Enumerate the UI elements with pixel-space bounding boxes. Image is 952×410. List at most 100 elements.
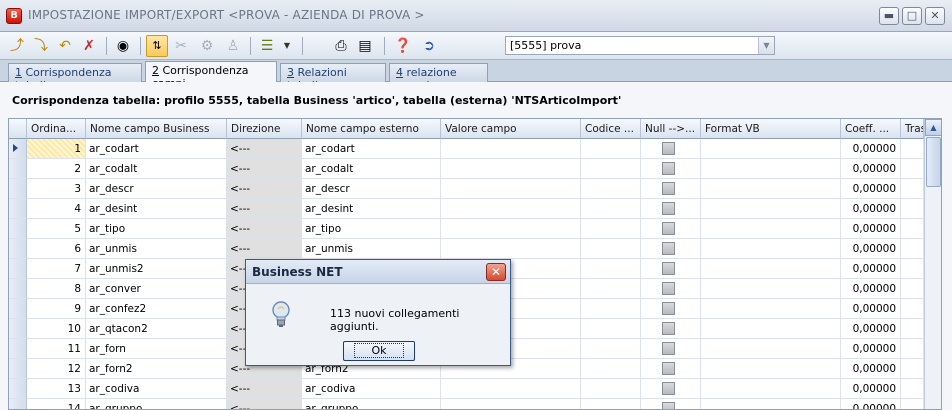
null-checkbox[interactable] [662, 362, 675, 375]
cell-nome-campo-business[interactable]: ar_unmis2 [86, 259, 227, 279]
dropdown-arrow-icon[interactable]: ▼ [276, 35, 298, 57]
cell-nome-campo-business[interactable]: ar_forn [86, 339, 227, 359]
cell-ordinamento[interactable]: 8 [27, 279, 86, 299]
cell-ordinamento[interactable]: 3 [27, 179, 86, 199]
cell-coeff[interactable]: 0,00000 [841, 399, 901, 409]
cell-ordinamento[interactable]: 9 [27, 299, 86, 319]
cell-null[interactable] [641, 379, 701, 399]
column-header-direzione[interactable]: Direzione [227, 119, 302, 139]
cell-format-vb[interactable] [701, 299, 841, 319]
cell-nome-campo-business[interactable]: ar_tipo [86, 219, 227, 239]
cell-format-vb[interactable] [701, 219, 841, 239]
cell-nome-campo-esterno[interactable]: ar_codart [302, 139, 441, 159]
cell-null[interactable] [641, 299, 701, 319]
cell-coeff[interactable]: 0,00000 [841, 379, 901, 399]
null-checkbox[interactable] [662, 282, 675, 295]
cell-codice[interactable] [581, 319, 641, 339]
cell-null[interactable] [641, 239, 701, 259]
cell-nome-campo-business[interactable]: ar_descr [86, 179, 227, 199]
cell-valore-campo[interactable] [441, 179, 581, 199]
binoculars-search-icon[interactable]: ◉ [112, 35, 134, 57]
table-row[interactable]: 6 ar_unmis <--- ar_unmis 0,00000 [9, 239, 924, 259]
row-indicator[interactable] [9, 339, 27, 359]
cell-ordinamento[interactable]: 7 [27, 259, 86, 279]
null-checkbox[interactable] [662, 262, 675, 275]
cell-null[interactable] [641, 339, 701, 359]
chevron-down-icon[interactable]: ▼ [758, 37, 774, 54]
cell-codice[interactable] [581, 159, 641, 179]
cell-ordinamento[interactable]: 1 [27, 139, 86, 159]
cell-ordinamento[interactable]: 13 [27, 379, 86, 399]
column-header-codice[interactable]: Codice ... [581, 119, 641, 139]
cell-nome-campo-business[interactable]: ar_qtacon2 [86, 319, 227, 339]
cell-nome-campo-business[interactable]: ar_codiva [86, 379, 227, 399]
profile-select[interactable]: [5555] prova ▼ [505, 36, 775, 55]
new-record-icon[interactable]: ⤴ [6, 35, 28, 57]
print-preview-monitor-icon[interactable]: ▤ [354, 35, 376, 57]
cell-ordinamento[interactable]: 6 [27, 239, 86, 259]
null-checkbox[interactable] [662, 182, 675, 195]
null-checkbox[interactable] [662, 142, 675, 155]
cell-nome-campo-business[interactable]: ar_gruppo [86, 399, 227, 409]
list-options-icon[interactable]: ☰ [256, 35, 278, 57]
cell-format-vb[interactable] [701, 239, 841, 259]
cell-codice[interactable] [581, 219, 641, 239]
cell-nome-campo-business[interactable]: ar_unmis [86, 239, 227, 259]
cell-valore-campo[interactable] [441, 139, 581, 159]
close-button[interactable]: ✕ [925, 7, 945, 25]
cell-codice[interactable] [581, 179, 641, 199]
column-header-format-vb[interactable]: Format VB [701, 119, 841, 139]
table-row[interactable]: 13 ar_codiva <--- ar_codiva 0,00000 [9, 379, 924, 399]
cell-direzione[interactable]: <--- [227, 379, 302, 399]
row-indicator[interactable] [9, 219, 27, 239]
column-header-tras[interactable]: Tras [901, 119, 924, 139]
cell-nome-campo-business[interactable]: ar_confez2 [86, 299, 227, 319]
tab-corrispondenza-tabelle[interactable]: 1 Corrispondenza tabelle [8, 63, 142, 92]
user-icon[interactable]: ♙ [222, 35, 244, 57]
column-header-valore-campo[interactable]: Valore campo [441, 119, 581, 139]
cell-null[interactable] [641, 159, 701, 179]
cell-direzione[interactable]: <--- [227, 159, 302, 179]
cell-format-vb[interactable] [701, 379, 841, 399]
cell-tras[interactable] [901, 199, 924, 219]
table-row[interactable]: 1 ar_codart <--- ar_codart 0,00000 [9, 139, 924, 159]
cell-format-vb[interactable] [701, 359, 841, 379]
dialog-close-button[interactable]: ✕ [486, 263, 506, 281]
cell-null[interactable] [641, 259, 701, 279]
cell-direzione[interactable]: <--- [227, 139, 302, 159]
cell-format-vb[interactable] [701, 339, 841, 359]
edit-record-icon[interactable]: ⤵ [30, 35, 52, 57]
cell-format-vb[interactable] [701, 399, 841, 409]
cell-ordinamento[interactable]: 12 [27, 359, 86, 379]
cell-nome-campo-esterno[interactable]: ar_desint [302, 199, 441, 219]
cell-format-vb[interactable] [701, 139, 841, 159]
cell-coeff[interactable]: 0,00000 [841, 259, 901, 279]
minimize-button[interactable]: ▬ [879, 7, 899, 25]
cell-codice[interactable] [581, 279, 641, 299]
cell-ordinamento[interactable]: 14 [27, 399, 86, 409]
row-indicator[interactable] [9, 359, 27, 379]
tab-relazioni-tabelle[interactable]: 3 Relazioni tabelle [280, 63, 386, 92]
cell-nome-campo-esterno[interactable]: ar_codalt [302, 159, 441, 179]
cell-coeff[interactable]: 0,00000 [841, 139, 901, 159]
vertical-scrollbar[interactable]: ▲ [924, 119, 941, 409]
column-header-ordinamento[interactable]: Ordina... [27, 119, 86, 139]
null-checkbox[interactable] [662, 222, 675, 235]
cell-valore-campo[interactable] [441, 159, 581, 179]
cell-direzione[interactable]: <--- [227, 399, 302, 409]
cell-tras[interactable] [901, 179, 924, 199]
settings-gear-icon[interactable]: ⚙ [196, 35, 218, 57]
cell-ordinamento[interactable]: 11 [27, 339, 86, 359]
cell-tras[interactable] [901, 379, 924, 399]
cell-nome-campo-business[interactable]: ar_codalt [86, 159, 227, 179]
cell-nome-campo-esterno[interactable]: ar_codiva [302, 379, 441, 399]
exit-door-icon[interactable]: ➲ [418, 35, 440, 57]
column-header-null[interactable]: Null -->... [641, 119, 701, 139]
cell-coeff[interactable]: 0,00000 [841, 159, 901, 179]
row-indicator[interactable] [9, 379, 27, 399]
column-header-nome-campo-esterno[interactable]: Nome campo esterno [302, 119, 441, 139]
column-header-nome-campo-business[interactable]: Nome campo Business [86, 119, 227, 139]
null-checkbox[interactable] [662, 382, 675, 395]
maximize-button[interactable]: □ [902, 7, 922, 25]
cell-format-vb[interactable] [701, 159, 841, 179]
